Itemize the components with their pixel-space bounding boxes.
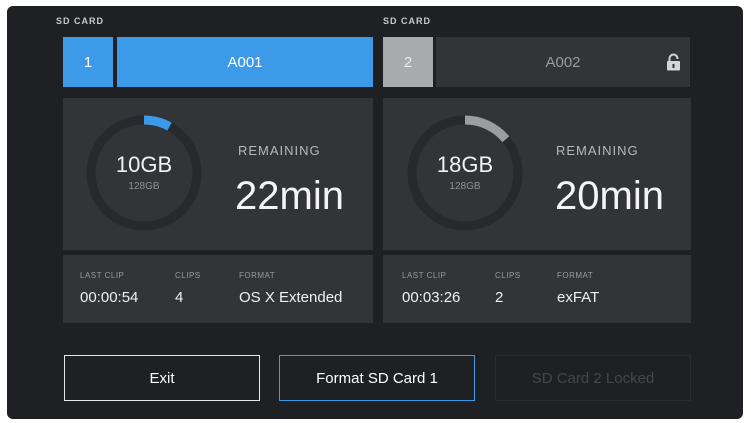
slot-2-remaining-label: REMAINING: [556, 143, 639, 158]
slot-1-format-label: FORMAT: [239, 271, 276, 280]
slot-1-usage-ring: 10GB 128GB: [82, 111, 206, 235]
slot-2-name: A002: [545, 53, 581, 71]
slot-2-used: 18GB: [436, 152, 494, 177]
slot-1-used: 10GB: [115, 152, 173, 177]
slot-2-clips: 2: [495, 289, 504, 306]
padlock-icon: [666, 53, 681, 71]
format-sd-card-1-button[interactable]: Format SD Card 1: [279, 355, 475, 401]
slot-1-format: OS X Extended: [239, 289, 343, 306]
slot-1-capacity: 128GB: [128, 181, 160, 192]
slot-1-storage-panel: 10GB 128GB REMAINING 22min: [63, 98, 373, 250]
slot-1-title: SD CARD: [56, 16, 105, 26]
slot-2-name-tab[interactable]: A002: [436, 37, 690, 87]
slot-2-storage-panel: 18GB 128GB REMAINING 20min: [383, 98, 691, 250]
slot-2-usage-ring: 18GB 128GB: [403, 111, 527, 235]
media-screen: SD CARD 1 A001 SD CARD 2 A002 10GB 128GB…: [7, 6, 743, 419]
slot-2-capacity: 128GB: [449, 181, 481, 192]
slot-2-clips-label: CLIPS: [495, 271, 521, 280]
slot-2-number-tab[interactable]: 2: [383, 37, 433, 87]
sd-card-2-locked-button[interactable]: SD Card 2 Locked: [495, 355, 691, 401]
slot-1-last-clip-label: LAST CLIP: [80, 271, 125, 280]
slot-1-used-arc: [143, 115, 172, 131]
slot-2-last-clip-label: LAST CLIP: [402, 271, 447, 280]
slot-2-title: SD CARD: [383, 16, 432, 26]
slot-2-format: exFAT: [557, 289, 600, 306]
slot-1-clips: 4: [175, 289, 184, 306]
slot-2-remaining-time: 20min: [555, 174, 664, 218]
slot-2-used-arc: [464, 115, 510, 143]
slot-2-format-label: FORMAT: [557, 271, 594, 280]
slot-1-last-clip: 00:00:54: [80, 289, 139, 306]
slot-1-number-tab[interactable]: 1: [63, 37, 113, 87]
slot-1-name-tab[interactable]: A001: [117, 37, 373, 87]
exit-button[interactable]: Exit: [64, 355, 260, 401]
slot-1-clips-label: CLIPS: [175, 271, 201, 280]
slot-1-remaining-label: REMAINING: [238, 143, 321, 158]
slot-1-remaining-time: 22min: [235, 174, 344, 218]
slot-2-last-clip: 00:03:26: [402, 289, 461, 306]
